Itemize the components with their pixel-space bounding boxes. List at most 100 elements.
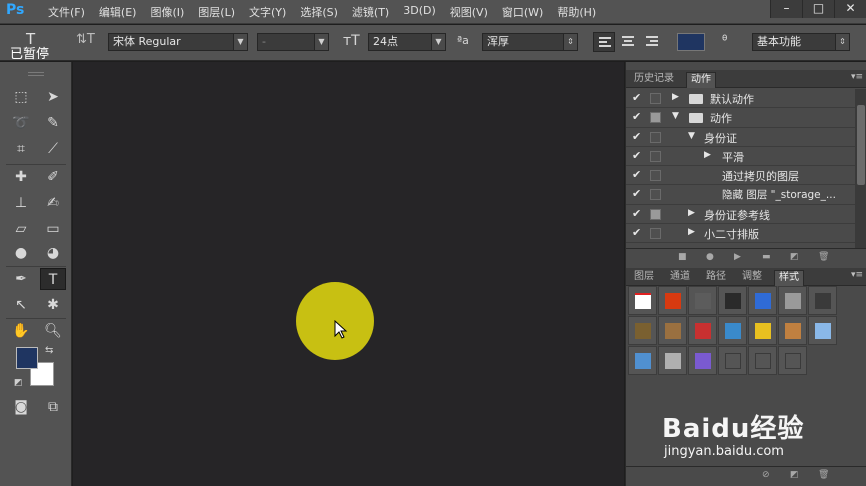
history-brush-tool-icon[interactable]: ✍ — [40, 192, 66, 214]
menu-view[interactable]: 视图(V) — [450, 4, 488, 20]
menu-type[interactable]: 文字(Y) — [249, 4, 286, 20]
menu-filter[interactable]: 滤镜(T) — [352, 4, 389, 20]
collapse-triangle-icon[interactable]: ▼ — [688, 131, 695, 141]
check-icon[interactable]: ✔ — [632, 149, 641, 162]
clear-style-icon[interactable]: ⊘ — [762, 470, 770, 480]
style-swatch[interactable] — [688, 286, 717, 315]
maximize-button[interactable]: □ — [802, 0, 834, 18]
style-swatch[interactable] — [628, 346, 657, 375]
expand-triangle-icon[interactable]: ▶ — [688, 227, 695, 237]
gradient-tool-icon[interactable]: ▭ — [40, 218, 66, 240]
align-center-button[interactable] — [617, 32, 639, 52]
check-icon[interactable]: ✔ — [632, 207, 641, 220]
move-tool-icon[interactable]: ➤ — [40, 86, 66, 108]
new-set-icon[interactable]: ▬ — [762, 252, 771, 262]
font-size-dropdown[interactable]: 24点 ▼ — [368, 33, 446, 51]
quick-select-tool-icon[interactable]: ✎ — [40, 112, 66, 134]
panel-menu-icon[interactable]: ▾≡ — [851, 270, 863, 280]
dialog-toggle[interactable] — [650, 170, 661, 182]
style-swatch[interactable] — [778, 316, 807, 345]
list-item[interactable]: ✔ 通过拷贝的图层 — [626, 166, 855, 186]
style-swatch[interactable] — [658, 316, 687, 345]
close-button[interactable]: ✕ — [834, 0, 866, 18]
dialog-toggle[interactable] — [650, 93, 661, 104]
eraser-tool-icon[interactable]: ▱ — [8, 218, 34, 240]
list-item[interactable]: ✔ ▼ 动作 — [626, 108, 855, 128]
dialog-toggle[interactable] — [650, 208, 661, 220]
list-item[interactable]: ✔ ▶ 身份证参考线 — [626, 205, 855, 225]
menu-select[interactable]: 选择(S) — [300, 4, 338, 20]
foreground-color-swatch[interactable] — [16, 347, 38, 369]
align-right-button[interactable] — [641, 32, 663, 52]
collapse-triangle-icon[interactable]: ▼ — [672, 111, 679, 121]
tab-actions[interactable]: 动作 — [686, 72, 716, 88]
panel-grip[interactable] — [28, 72, 44, 76]
style-swatch[interactable] — [748, 316, 777, 345]
type-tool-icon[interactable]: T — [40, 268, 66, 290]
list-item[interactable]: ✔ ▶ 小二寸排版 — [626, 224, 855, 244]
expand-triangle-icon[interactable]: ▶ — [688, 208, 695, 218]
shape-tool-icon[interactable]: ✱ — [40, 294, 66, 316]
style-swatch[interactable] — [688, 316, 717, 345]
dialog-toggle[interactable] — [650, 131, 661, 143]
check-icon[interactable]: ✔ — [632, 187, 641, 200]
menu-help[interactable]: 帮助(H) — [557, 4, 596, 20]
style-swatch[interactable] — [748, 286, 777, 315]
style-swatch[interactable] — [778, 286, 807, 315]
menu-file[interactable]: 文件(F) — [48, 4, 85, 20]
check-icon[interactable]: ✔ — [632, 91, 641, 104]
new-style-icon[interactable]: ◩ — [790, 470, 799, 480]
panel-menu-icon[interactable]: ▾≡ — [851, 72, 863, 82]
new-action-icon[interactable]: ◩ — [790, 252, 799, 262]
eyedropper-tool-icon[interactable]: ⟋ — [40, 138, 66, 160]
style-swatch[interactable] — [808, 286, 837, 315]
play-icon[interactable]: ▶ — [734, 252, 741, 262]
text-color-swatch[interactable] — [677, 33, 705, 51]
stop-icon[interactable]: ■ — [678, 252, 687, 262]
workspace-dropdown[interactable]: 基本功能 ⇕ — [752, 33, 850, 51]
lasso-tool-icon[interactable]: ➰ — [8, 112, 34, 134]
screen-mode-icon[interactable]: ⧉ — [40, 396, 66, 418]
trash-icon[interactable]: 🗑︎ — [818, 470, 829, 480]
list-item[interactable]: ✔ ▶ 平滑 — [626, 147, 855, 167]
style-swatch[interactable] — [748, 346, 777, 375]
expand-triangle-icon[interactable]: ▶ — [704, 150, 711, 160]
tab-adjustments[interactable]: 调整 — [738, 270, 766, 286]
style-swatch[interactable] — [688, 346, 717, 375]
tab-paths[interactable]: 路径 — [702, 270, 730, 286]
tab-history[interactable]: 历史记录 — [630, 72, 678, 88]
healing-brush-tool-icon[interactable]: ✚ — [8, 166, 34, 188]
tab-styles[interactable]: 样式 — [774, 270, 804, 286]
dodge-tool-icon[interactable]: ◕ — [40, 242, 66, 264]
check-icon[interactable]: ✔ — [632, 110, 641, 123]
zoom-tool-icon[interactable]: 🔍︎ — [40, 320, 66, 342]
style-swatch[interactable] — [628, 316, 657, 345]
font-style-dropdown[interactable]: - ▼ — [257, 33, 329, 51]
dialog-toggle[interactable] — [650, 228, 661, 240]
menu-layer[interactable]: 图层(L) — [198, 4, 235, 20]
scrollbar-thumb[interactable] — [857, 105, 865, 185]
style-swatch[interactable] — [658, 286, 687, 315]
style-swatch[interactable] — [718, 346, 747, 375]
check-icon[interactable]: ✔ — [632, 130, 641, 143]
list-item[interactable]: ✔ ▶ 默认动作 — [626, 89, 855, 109]
text-orientation-icon[interactable]: ⇅T — [76, 32, 95, 47]
menu-3d[interactable]: 3D(D) — [403, 4, 436, 20]
path-select-tool-icon[interactable]: ↖ — [8, 294, 34, 316]
pen-tool-icon[interactable]: ✒ — [8, 268, 34, 290]
menu-image[interactable]: 图像(I) — [150, 4, 184, 20]
tab-layers[interactable]: 图层 — [630, 270, 658, 286]
style-swatch[interactable] — [718, 316, 747, 345]
dialog-toggle[interactable] — [650, 112, 661, 124]
default-colors-icon[interactable]: ◩ — [14, 378, 23, 388]
menu-window[interactable]: 窗口(W) — [502, 4, 543, 20]
document-canvas[interactable] — [73, 62, 624, 486]
list-item[interactable]: ✔ 隐藏 图层 "_storage_... — [626, 185, 855, 205]
minimize-button[interactable]: – — [770, 0, 802, 18]
style-swatch[interactable] — [628, 286, 657, 315]
style-swatch[interactable] — [658, 346, 687, 375]
style-swatch[interactable] — [808, 316, 837, 345]
marquee-tool-icon[interactable]: ⬚ — [8, 86, 34, 108]
align-left-button[interactable] — [593, 32, 615, 52]
antialias-dropdown[interactable]: 浑厚 ⇕ — [482, 33, 578, 51]
